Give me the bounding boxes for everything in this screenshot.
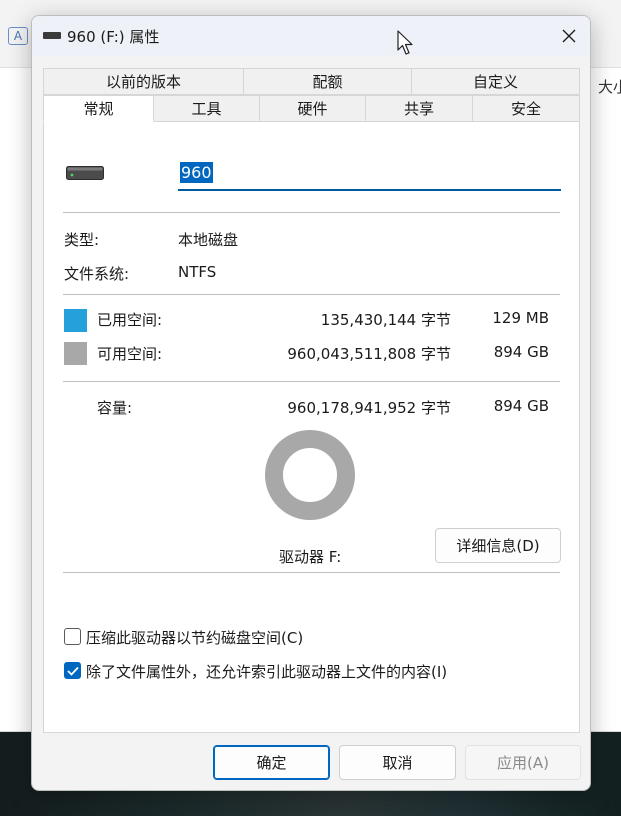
window-title: 960 (F:) 属性 xyxy=(67,28,160,46)
drive-name-input[interactable]: 960 xyxy=(178,156,561,191)
general-tab-panel: 960 类型: 本地磁盘 文件系统: NTFS 已用空间: 135,430,14… xyxy=(43,121,580,733)
checkmark-icon xyxy=(66,666,79,676)
separator-top xyxy=(63,212,560,213)
close-button[interactable] xyxy=(546,16,590,56)
tab-sharing[interactable]: 共享 xyxy=(365,95,473,122)
free-space-bytes: 960,043,511,808 字节 xyxy=(287,345,451,363)
free-space-swatch xyxy=(64,342,87,365)
mouse-cursor-icon xyxy=(397,30,413,55)
drive-name-selected-text: 960 xyxy=(180,162,213,183)
tab-previous-versions[interactable]: 以前的版本 xyxy=(43,68,244,95)
drive-icon xyxy=(66,166,104,180)
capacity-size: 894 GB xyxy=(493,397,549,415)
title-bar[interactable]: 960 (F:) 属性 xyxy=(32,16,590,56)
index-label[interactable]: 除了文件属性外，还允许索引此驱动器上文件的内容(I) xyxy=(86,661,447,682)
donut-free-ring xyxy=(265,430,355,520)
compress-checkbox[interactable] xyxy=(64,628,81,645)
drive-title-icon xyxy=(43,32,61,39)
properties-dialog: 960 (F:) 属性 以前的版本 配额 自定义 常规 工具 硬件 共享 安全 … xyxy=(31,15,591,791)
separator-middle xyxy=(63,294,560,295)
capacity-bytes: 960,178,941,952 字节 xyxy=(287,399,451,417)
tab-quota[interactable]: 配额 xyxy=(243,68,412,95)
ok-button[interactable]: 确定 xyxy=(213,745,330,780)
used-space-label: 已用空间: xyxy=(97,311,163,329)
tab-customize[interactable]: 自定义 xyxy=(411,68,580,95)
free-space-size: 894 GB xyxy=(493,343,549,361)
close-icon xyxy=(562,29,576,43)
drive-letter-label: 驱动器 F: xyxy=(279,548,342,566)
used-space-size: 129 MB xyxy=(492,309,549,327)
tab-general[interactable]: 常规 xyxy=(43,95,154,122)
details-button[interactable]: 详细信息(D) xyxy=(435,528,561,563)
type-value: 本地磁盘 xyxy=(178,231,239,249)
capacity-label: 容量: xyxy=(97,399,133,417)
type-label: 类型: xyxy=(64,231,100,249)
used-space-swatch xyxy=(64,309,87,332)
free-space-label: 可用空间: xyxy=(97,345,163,363)
compress-label[interactable]: 压缩此驱动器以节约磁盘空间(C) xyxy=(86,627,303,648)
cancel-button[interactable]: 取消 xyxy=(339,745,456,780)
text-app-icon: A xyxy=(8,27,28,45)
tab-hardware[interactable]: 硬件 xyxy=(259,95,366,122)
tab-security[interactable]: 安全 xyxy=(472,95,580,122)
tab-tools[interactable]: 工具 xyxy=(153,95,260,122)
used-space-bytes: 135,430,144 字节 xyxy=(320,311,451,329)
filesystem-value: NTFS xyxy=(178,263,217,281)
background-size-column-header: 大小 xyxy=(598,78,621,96)
usage-donut-chart xyxy=(265,430,355,520)
index-checkbox[interactable] xyxy=(64,662,81,679)
separator-bottom xyxy=(63,572,560,573)
apply-button[interactable]: 应用(A) xyxy=(465,745,581,780)
separator-capacity xyxy=(63,381,560,382)
filesystem-label: 文件系统: xyxy=(64,265,130,283)
